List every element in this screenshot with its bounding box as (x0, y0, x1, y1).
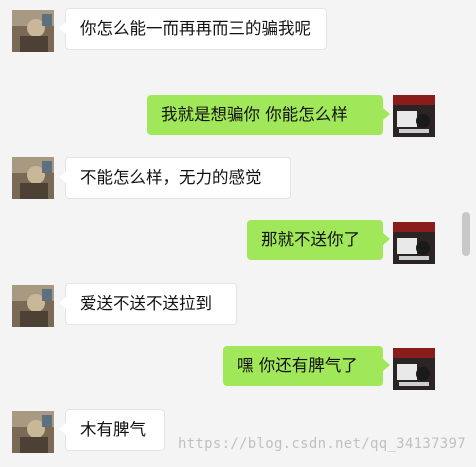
chat-window: 你怎么能一而再再而三的骗我呢 我就是想骗你 你能怎么样 不能怎么样，无力的感觉 … (0, 0, 476, 467)
incoming-message-bubble[interactable]: 爱送不送不送拉到 (59, 283, 237, 325)
contact-avatar[interactable] (12, 411, 54, 453)
contact-avatar[interactable] (12, 285, 54, 327)
message-text: 爱送不送不送拉到 (80, 294, 212, 313)
message-text: 那就不送你了 (261, 230, 360, 249)
message-text: 嘿 你还有脾气了 (237, 356, 358, 375)
outgoing-message-bubble[interactable]: 我就是想骗你 你能怎么样 (147, 95, 390, 135)
my-avatar[interactable] (393, 222, 435, 264)
message-text: 不能怎么样，无力的感觉 (80, 168, 262, 187)
contact-avatar[interactable] (12, 10, 54, 52)
my-avatar[interactable] (393, 95, 435, 137)
watermark-text: https://blog.csdn.net/qq_34137397 (177, 436, 466, 452)
incoming-message-bubble[interactable]: 你怎么能一而再再而三的骗我呢 (59, 8, 327, 50)
message-text: 你怎么能一而再再而三的骗我呢 (80, 19, 311, 38)
message-text: 我就是想骗你 你能怎么样 (161, 105, 348, 124)
contact-avatar[interactable] (12, 157, 54, 199)
message-text: 木有脾气 (80, 420, 146, 439)
incoming-message-bubble[interactable]: 木有脾气 (59, 409, 165, 451)
my-avatar[interactable] (393, 348, 435, 390)
outgoing-message-bubble[interactable]: 那就不送你了 (247, 220, 390, 260)
scrollbar-thumb[interactable] (462, 212, 470, 256)
incoming-message-bubble[interactable]: 不能怎么样，无力的感觉 (59, 157, 291, 199)
outgoing-message-bubble[interactable]: 嘿 你还有脾气了 (223, 346, 390, 386)
